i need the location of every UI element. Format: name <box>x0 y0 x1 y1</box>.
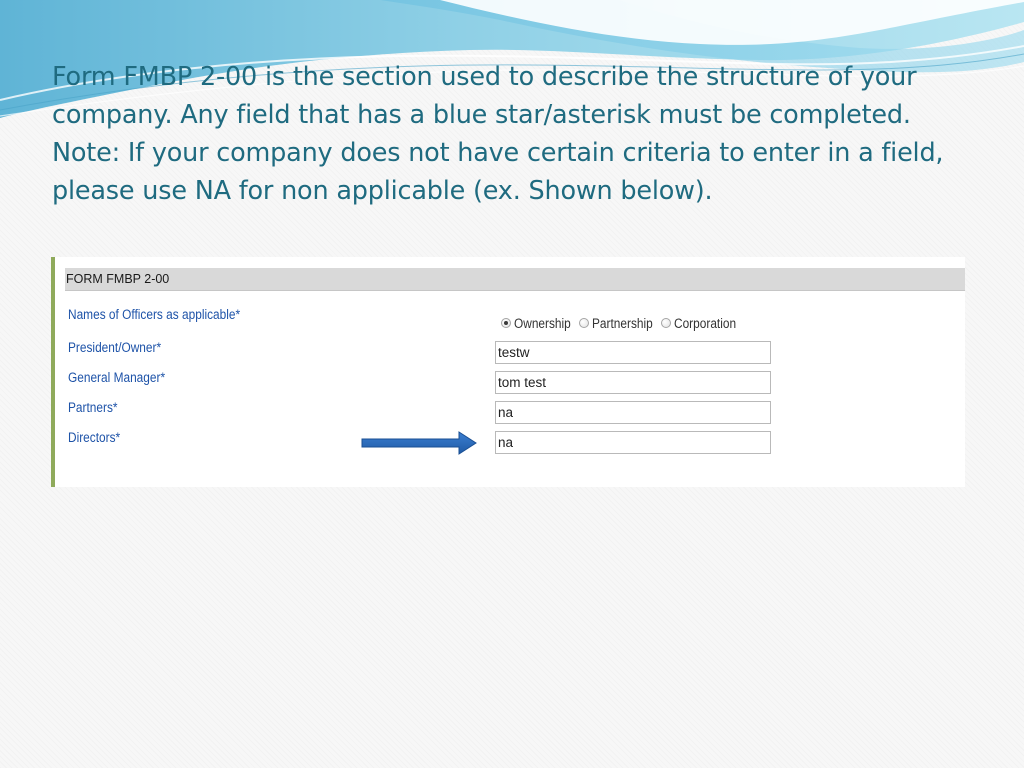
general-manager-input[interactable] <box>495 371 771 394</box>
radio-ownership[interactable]: Ownership <box>501 316 571 331</box>
form-screenshot-panel: FORM FMBP 2-00 Names of Officers as appl… <box>51 257 965 487</box>
directors-input[interactable] <box>495 431 771 454</box>
intro-paragraph: Form FMBP 2-00 is the section used to de… <box>52 58 982 210</box>
president-owner-input[interactable] <box>495 341 771 364</box>
directors-label: Directors* <box>68 430 121 445</box>
radio-corporation-icon[interactable] <box>660 318 671 328</box>
radio-ownership-icon[interactable] <box>501 318 511 328</box>
radio-partnership[interactable]: Partnership <box>578 315 653 331</box>
officers-label: Names of Officers as applicable* <box>68 307 241 322</box>
radio-corporation[interactable]: Corporation <box>660 315 737 331</box>
radio-partnership-icon[interactable] <box>578 318 589 328</box>
general-manager-label: General Manager* <box>68 370 166 385</box>
form-header: FORM FMBP 2-00 <box>65 268 965 291</box>
radio-partnership-label: Partnership <box>591 315 653 331</box>
officer-type-radio-group: Ownership Partnership Corporation <box>501 313 744 333</box>
radio-corporation-label: Corporation <box>673 315 736 331</box>
intro-line-4: please use NA for non applicable (ex. Sh… <box>52 176 713 206</box>
intro-line-3: Note: If your company does not have cert… <box>52 138 944 168</box>
right-arrow-icon <box>361 431 477 455</box>
president-owner-label: President/Owner* <box>68 340 162 355</box>
partners-input[interactable] <box>495 401 771 424</box>
intro-line-1: Form FMBP 2-00 is the section used to de… <box>52 62 917 92</box>
radio-ownership-label: Ownership <box>514 315 571 331</box>
partners-label: Partners* <box>68 400 118 415</box>
intro-line-2: company. Any field that has a blue star/… <box>52 100 911 130</box>
